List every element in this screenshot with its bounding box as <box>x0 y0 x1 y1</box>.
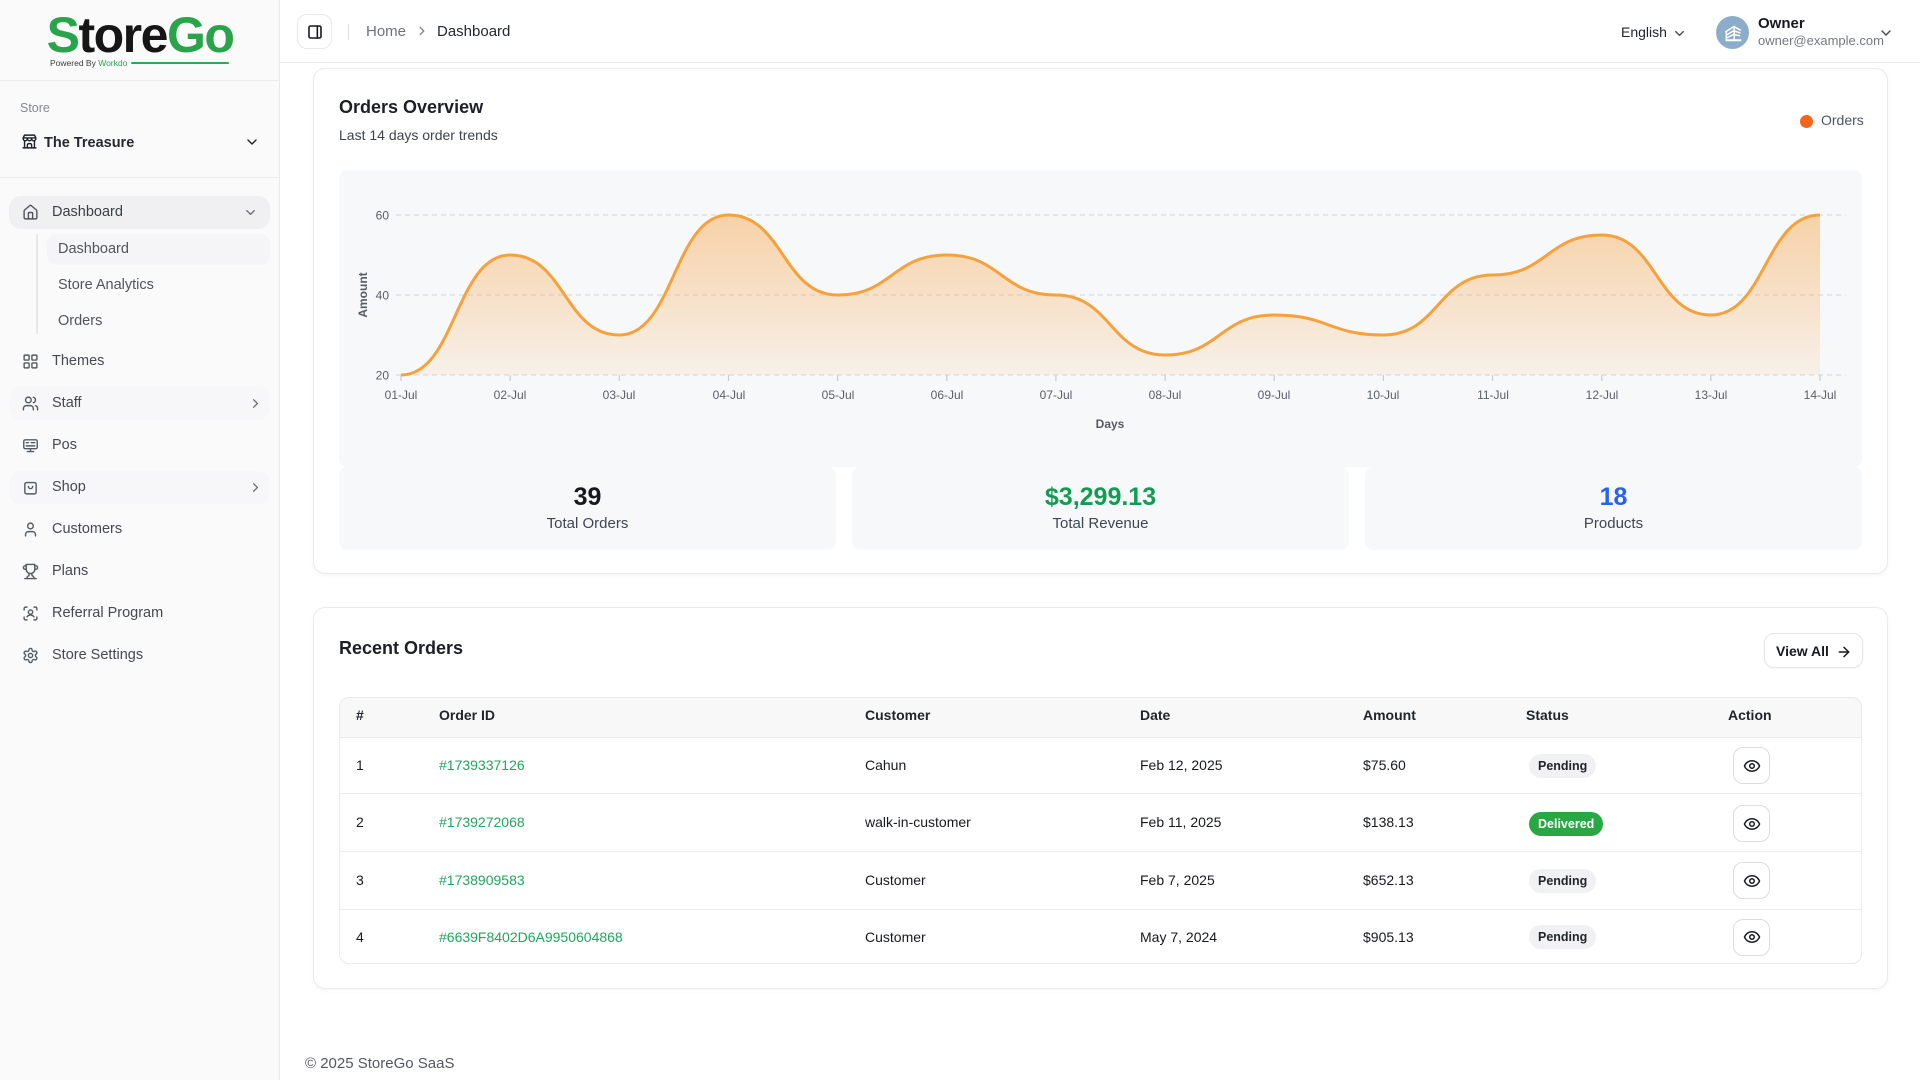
svg-text:04-Jul: 04-Jul <box>713 388 746 402</box>
svg-text:40: 40 <box>376 289 390 303</box>
svg-text:13-Jul: 13-Jul <box>1695 388 1728 402</box>
svg-text:12-Jul: 12-Jul <box>1586 388 1619 402</box>
svg-text:14-Jul: 14-Jul <box>1804 388 1837 402</box>
svg-text:60: 60 <box>376 209 390 223</box>
svg-text:06-Jul: 06-Jul <box>931 388 964 402</box>
svg-text:02-Jul: 02-Jul <box>494 388 527 402</box>
svg-text:11-Jul: 11-Jul <box>1477 388 1509 402</box>
svg-text:03-Jul: 03-Jul <box>603 388 636 402</box>
svg-text:09-Jul: 09-Jul <box>1258 388 1291 402</box>
svg-text:08-Jul: 08-Jul <box>1149 388 1182 402</box>
svg-text:Days: Days <box>1096 417 1125 431</box>
svg-text:Amount: Amount <box>356 272 370 317</box>
svg-text:07-Jul: 07-Jul <box>1040 388 1073 402</box>
svg-text:01-Jul: 01-Jul <box>385 388 418 402</box>
svg-text:20: 20 <box>376 369 390 383</box>
svg-text:05-Jul: 05-Jul <box>822 388 855 402</box>
svg-text:10-Jul: 10-Jul <box>1367 388 1400 402</box>
